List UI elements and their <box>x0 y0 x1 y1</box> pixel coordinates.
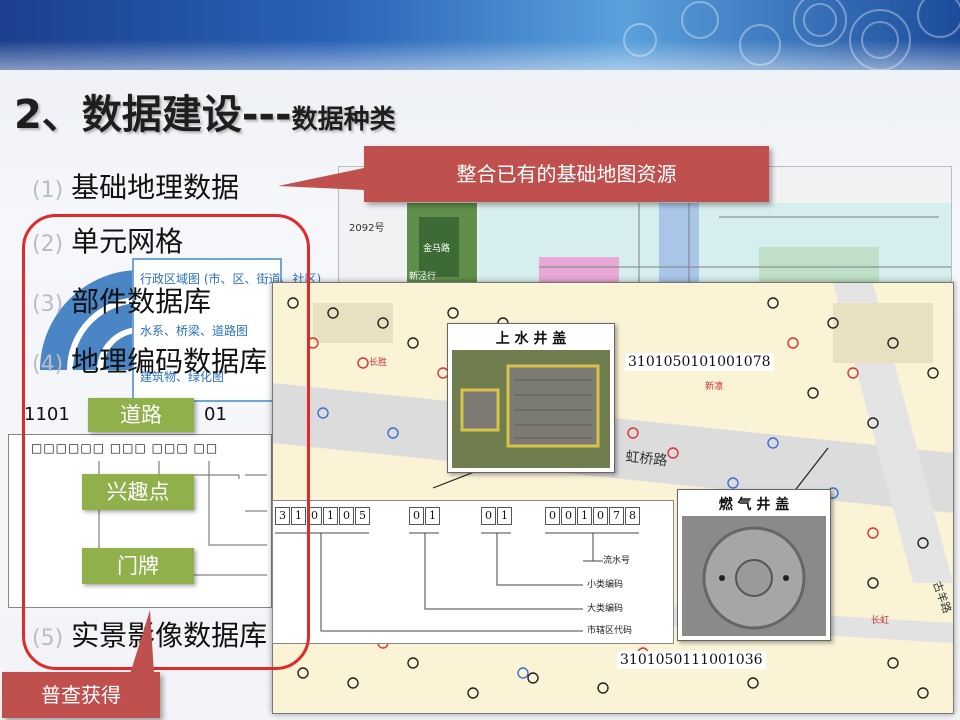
small-label-xinlin: 新凛 <box>705 380 723 392</box>
code-label-subcategory: 小类编码 <box>587 580 624 590</box>
code-label-category: 大类编码 <box>587 604 624 614</box>
gas-manhole-id: 3101050111001036 <box>617 651 766 669</box>
manhole-map-image: 虹桥路 长胜 新凛 长虹 古羊路 上 水 井 盖 310105010100107… <box>272 282 954 714</box>
water-manhole-photo <box>452 350 610 468</box>
callout-pointer <box>278 168 364 190</box>
small-label-changsheng: 长胜 <box>369 356 387 368</box>
decorative-circles <box>623 0 960 71</box>
gas-manhole-title: 燃 气 井 盖 <box>718 497 790 513</box>
manhole-code-breakdown: 3 1 0 1 0 5 0 1 0 1 0 0 1 0 7 8 流水号 小类编码… <box>272 500 674 644</box>
list-item-1: (1) 基础地理数据 <box>32 171 240 204</box>
highlight-frame <box>22 214 310 670</box>
code-label-serial: 流水号 <box>603 556 631 566</box>
water-manhole-card: 上 水 井 盖 <box>447 323 615 473</box>
header-band <box>0 0 960 100</box>
title-main: 2、数据建设--- <box>14 92 292 138</box>
title-sub: 数据种类 <box>291 105 396 135</box>
water-manhole-title: 上 水 井 盖 <box>495 331 567 347</box>
code-label-district: 市辖区代码 <box>587 626 633 636</box>
callout-bottom-pointer <box>130 610 154 674</box>
map-label-xinjing: 新泾行 <box>409 270 436 282</box>
page-title: 2、数据建设---数据种类 <box>14 82 396 140</box>
gas-manhole-card: 燃 气 井 盖 <box>677 489 831 641</box>
callout-survey-obtained: 普查获得 <box>2 672 160 718</box>
callout-integrate-basemap: 整合已有的基础地图资源 <box>364 146 769 202</box>
small-label-changhong: 长虹 <box>871 614 889 626</box>
slide: 2、数据建设---数据种类 2092号 金马路 新泾行 整合已有的基础地图资源 <box>0 0 960 720</box>
gas-manhole-photo <box>682 516 826 636</box>
map-label-2092: 2092号 <box>349 222 384 234</box>
map-label-jinma: 金马路 <box>423 242 450 254</box>
water-manhole-id: 3101050101001078 <box>625 353 774 371</box>
